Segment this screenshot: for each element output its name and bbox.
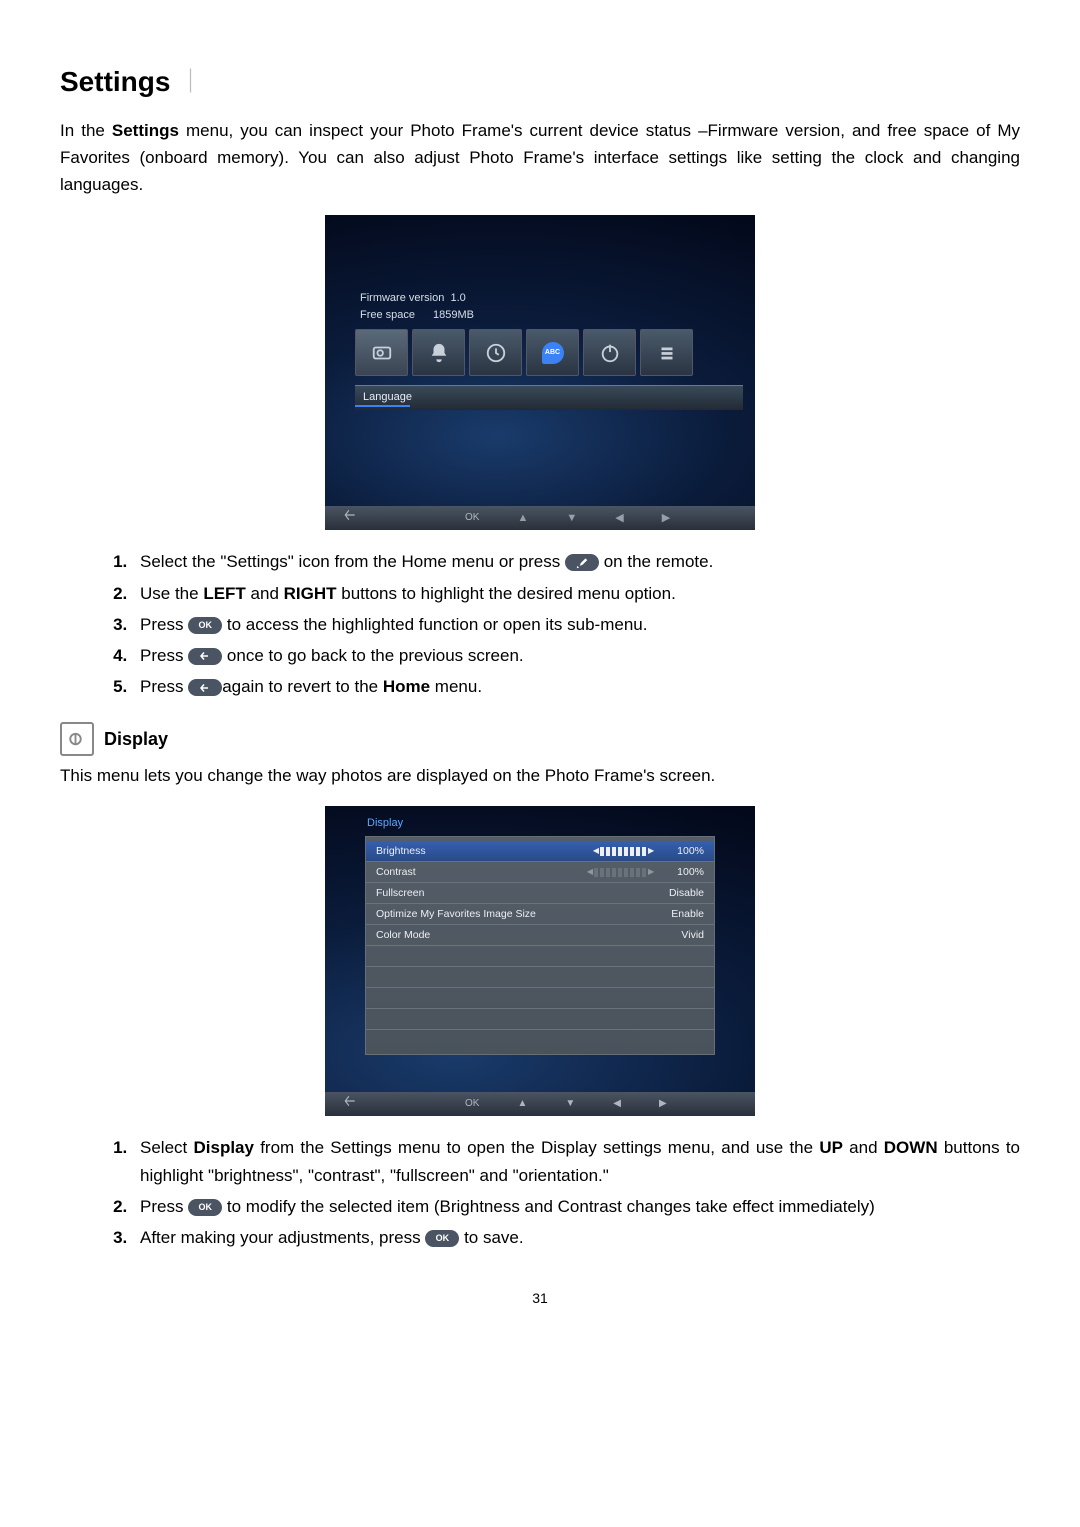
step-1: Select the "Settings" icon from the Home… (132, 548, 1020, 575)
clock-icon[interactable] (469, 329, 522, 376)
up-icon: ▲ (517, 510, 528, 528)
left-icon: ◀ (615, 510, 623, 528)
row-value: 100% (677, 843, 704, 860)
row-colormode[interactable]: Color Mode Vivid (366, 925, 714, 946)
display-intro: This menu lets you change the way photos… (60, 762, 1020, 789)
display-panel: Brightness ◀▶ 100% Contrast ◀▶ 100% Full… (365, 836, 715, 1055)
bell-icon[interactable] (412, 329, 465, 376)
right-icon: ▶ (662, 510, 670, 528)
firmware-value: 1.0 (450, 292, 465, 304)
footer-bar: OK ▲ ▼ ◀ ▶ (325, 506, 755, 530)
step-d3: After making your adjustments, press OK … (132, 1224, 1020, 1251)
down-icon: ▼ (566, 510, 577, 528)
row-value: Enable (671, 906, 704, 923)
step-3: Press OK to access the highlighted funct… (132, 611, 1020, 638)
step-d2: Press OK to modify the selected item (Br… (132, 1193, 1020, 1220)
page-title: Settings︱ (60, 60, 1020, 105)
steps-list-1: Select the "Settings" icon from the Home… (60, 548, 1020, 700)
row-fullscreen[interactable]: Fullscreen Disable (366, 883, 714, 904)
settings-iconbar: ABC (355, 329, 693, 376)
down-icon: ▼ (565, 1096, 575, 1112)
row-label: Contrast (376, 864, 416, 881)
slider-icon: ◀▶ (593, 845, 653, 858)
settings-screenshot: Firmware version 1.0 Free space 1859MB AB… (325, 215, 755, 530)
display-heading: Display (104, 725, 168, 754)
footer-bar: OK ▲ ▼ ◀ ▶ (325, 1092, 755, 1116)
ok-button-icon: OK (188, 1199, 222, 1216)
step-4: Press once to go back to the previous sc… (132, 642, 1020, 669)
step-d1: Select Display from the Settings menu to… (132, 1134, 1020, 1188)
row-value: Vivid (681, 927, 704, 944)
row-label: Color Mode (376, 927, 430, 944)
back-icon (343, 1094, 357, 1114)
intro-text: In the Settings menu, you can inspect yo… (60, 117, 1020, 199)
selected-tab-label: Language (355, 385, 743, 410)
row-contrast[interactable]: Contrast ◀▶ 100% (366, 862, 714, 883)
right-icon: ▶ (659, 1096, 667, 1112)
up-icon: ▲ (517, 1096, 527, 1112)
display-icon[interactable] (355, 329, 408, 376)
row-value: Disable (669, 885, 704, 902)
left-icon: ◀ (613, 1096, 621, 1112)
row-label: Fullscreen (376, 885, 424, 902)
system-icon[interactable] (640, 329, 693, 376)
firmware-label: Firmware version (360, 290, 444, 307)
slider-icon: ◀▶ (587, 866, 653, 879)
ok-button-icon: OK (188, 617, 222, 634)
back-button-icon (188, 648, 222, 665)
row-label: Optimize My Favorites Image Size (376, 906, 536, 923)
display-screenshot: Display Brightness ◀▶ 100% Contrast ◀▶ 1… (325, 806, 755, 1116)
row-optimize[interactable]: Optimize My Favorites Image Size Enable (366, 904, 714, 925)
abc-icon[interactable]: ABC (526, 329, 579, 376)
freespace-value: 1859MB (433, 309, 474, 321)
ok-button-icon: OK (425, 1230, 459, 1247)
row-value: 100% (677, 864, 704, 881)
back-icon (343, 508, 357, 528)
steps-list-2: Select Display from the Settings menu to… (60, 1134, 1020, 1251)
row-brightness[interactable]: Brightness ◀▶ 100% (366, 841, 714, 862)
ok-label: OK (465, 510, 479, 526)
row-label: Brightness (376, 843, 426, 860)
display-panel-header: Display (365, 812, 715, 837)
power-icon[interactable] (583, 329, 636, 376)
ok-label: OK (465, 1096, 479, 1112)
tool-icon (565, 554, 599, 571)
page-number: 31 (60, 1287, 1020, 1309)
freespace-label: Free space (360, 307, 415, 324)
back-button-icon (188, 679, 222, 696)
step-2: Use the LEFT and RIGHT buttons to highli… (132, 580, 1020, 607)
display-section-icon (60, 722, 94, 756)
step-5: Press again to revert to the Home menu. (132, 673, 1020, 700)
